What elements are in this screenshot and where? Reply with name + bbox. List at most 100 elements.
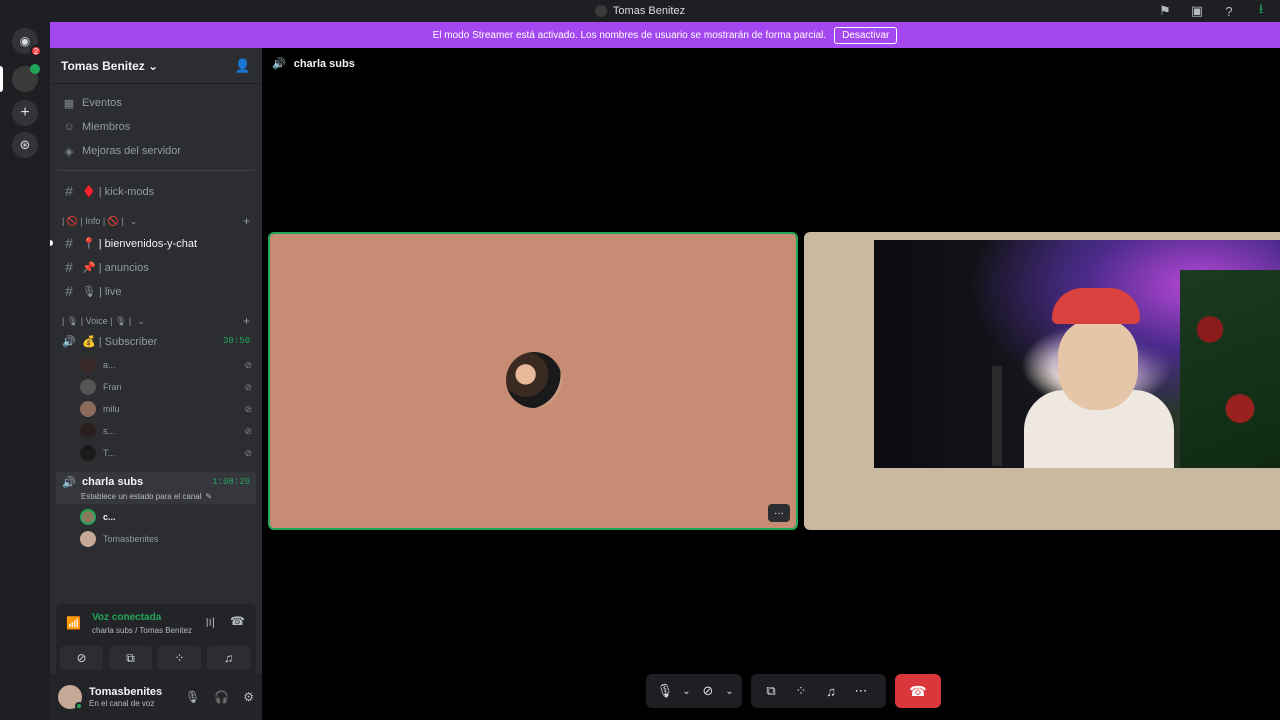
- menu-members[interactable]: ☺ Miembros: [50, 118, 262, 136]
- menu-boosts[interactable]: ◈ Mejoras del servidor: [50, 142, 262, 160]
- voice-user[interactable]: T... ⊘: [80, 445, 252, 461]
- voice-user[interactable]: c...: [80, 509, 252, 525]
- activities-icon[interactable]: ⁘: [789, 679, 813, 703]
- hash-icon: #: [65, 259, 73, 275]
- screen-share-icon[interactable]: ▣: [1188, 2, 1206, 20]
- explore-icon[interactable]: ⊛: [12, 132, 38, 158]
- more-options-icon[interactable]: ⋯: [849, 679, 873, 703]
- noise-suppression-icon[interactable]: 〣: [204, 614, 216, 631]
- channel-live[interactable]: # 🎙 | live: [50, 282, 262, 300]
- headphones-icon[interactable]: 🎧: [214, 690, 229, 704]
- screen-share-icon: ⧉: [126, 650, 135, 665]
- server-icon-tomas[interactable]: [12, 64, 40, 92]
- microphone-icon[interactable]: 🎙: [185, 690, 200, 704]
- disable-streamer-button[interactable]: Desactivar: [834, 26, 898, 44]
- chevron-down-icon[interactable]: ⌄: [682, 679, 691, 703]
- pencil-icon: ✎: [205, 491, 213, 501]
- help-icon[interactable]: ?: [1220, 2, 1238, 20]
- direct-messages-button[interactable]: ◉ 2: [12, 28, 42, 57]
- server-name: Tomas Benitez: [61, 58, 145, 73]
- disconnect-icon[interactable]: ☎: [230, 614, 245, 628]
- activities-icon: ⁘: [174, 651, 185, 665]
- channel-label: 📌 | anuncios: [82, 261, 149, 274]
- chevron-down-icon[interactable]: ⌄: [725, 679, 734, 703]
- boost-icon: ◈: [64, 145, 74, 158]
- menu-label: Miembros: [82, 121, 131, 133]
- voice-user[interactable]: milu ⊘: [80, 401, 252, 417]
- soundboard-icon[interactable]: ♫: [819, 679, 843, 703]
- speaker-icon: 🔊: [62, 335, 76, 348]
- screen-share-icon[interactable]: ⧉: [759, 679, 783, 703]
- server-list: ◉ 2 + ⊛: [0, 22, 50, 720]
- camera-off-button[interactable]: ⊘: [60, 646, 103, 670]
- voice-user-name: Tomasbenites: [103, 534, 159, 544]
- call-timer: 30:50: [222, 336, 250, 346]
- voice-indicator-icon: [30, 64, 40, 74]
- chevron-down-icon: ⌄: [137, 315, 145, 326]
- call-header: 🔊 charla subs: [272, 57, 355, 71]
- soundboard-button[interactable]: ♫: [207, 646, 250, 670]
- add-member-icon[interactable]: 👤: [235, 58, 251, 74]
- voice-channel-subscriber[interactable]: 🔊 💰 | Subscriber 30:50: [50, 332, 262, 350]
- disconnect-call-button[interactable]: ☎: [895, 674, 941, 708]
- channel-kick-mods[interactable]: # ♦️ | kick-mods: [50, 182, 262, 200]
- more-icon: ···: [774, 507, 784, 519]
- banner-message: El modo Streamer está activado. Los nomb…: [432, 29, 827, 41]
- channel-label: 🎙 | live: [82, 285, 122, 298]
- hash-icon: #: [65, 183, 73, 199]
- voice-user-name: Fran: [103, 382, 122, 392]
- download-icon[interactable]: ⭳: [1252, 1, 1270, 20]
- set-status-hint[interactable]: Establece un estado para el canal ✎: [50, 490, 262, 502]
- avatar[interactable]: [58, 685, 83, 710]
- video-christmas-tree: [1180, 270, 1280, 468]
- channel-anuncios[interactable]: # 📌 | anuncios: [50, 258, 262, 276]
- add-channel-icon[interactable]: +: [243, 314, 250, 328]
- signal-icon: 📶: [66, 616, 81, 630]
- microphone-stand: [992, 366, 1002, 466]
- speaker-icon: 🔊: [272, 58, 286, 70]
- avatar: [80, 379, 96, 395]
- category-info[interactable]: | 🚫 | Info | 🚫 | ⌄ +: [50, 214, 262, 228]
- voice-user[interactable]: Tomasbenites: [80, 531, 252, 547]
- deafened-icon: ⊘: [244, 381, 252, 392]
- tile-more-button[interactable]: ···: [768, 504, 790, 522]
- microphone-icon[interactable]: 🎙: [654, 679, 676, 703]
- participant-avatar: [506, 352, 562, 408]
- divider: [58, 170, 254, 171]
- voice-actions: ⊘ ⧉ ⁘ ♫: [60, 646, 250, 670]
- flag-icon[interactable]: ⚑: [1156, 2, 1174, 20]
- category-voice[interactable]: | 🎙 | Voice | 🎙 | ⌄ +: [50, 314, 262, 328]
- participant-tile-avatar[interactable]: ···: [268, 232, 798, 530]
- voice-user[interactable]: Fran ⊘: [80, 379, 252, 395]
- voice-channel-header: 🔊 charla subs 1:08:29: [50, 474, 262, 490]
- activities-button[interactable]: ⁘: [158, 646, 201, 670]
- voice-user[interactable]: a... ⊘: [80, 357, 252, 373]
- title-bar: Tomas Benitez ⚑ ▣ ? ⭳: [0, 0, 1280, 22]
- add-channel-icon[interactable]: +: [243, 214, 250, 228]
- voice-status[interactable]: Voz conectada: [92, 612, 161, 623]
- share-screen-button[interactable]: ⧉: [109, 646, 152, 670]
- channel-sidebar: Tomas Benitez ⌄ 👤 ▦ Eventos ☺ Miembros ◈ Me…: [50, 48, 262, 720]
- mic-camera-controls: 🎙 ⌄ ⊘ ⌄: [646, 674, 742, 708]
- avatar: [80, 531, 96, 547]
- voice-user[interactable]: s... ⊘: [80, 423, 252, 439]
- voice-location[interactable]: charla subs / Tomas Benitez: [92, 626, 192, 635]
- user-panel: Tomasbenites En el canal de voz 🎙 🎧 ⚙: [50, 674, 262, 720]
- participant-tile-video[interactable]: [804, 232, 1280, 530]
- add-server-icon[interactable]: +: [12, 100, 38, 126]
- user-name[interactable]: Tomasbenites: [89, 686, 162, 698]
- category-label: | 🚫 | Info | 🚫 |: [62, 215, 124, 226]
- deafened-icon: ⊘: [244, 359, 252, 370]
- camera-off-icon[interactable]: ⊘: [697, 679, 719, 703]
- menu-events[interactable]: ▦ Eventos: [50, 94, 262, 112]
- settings-gear-icon[interactable]: ⚙: [243, 690, 254, 704]
- hash-icon: #: [65, 283, 73, 299]
- server-header[interactable]: Tomas Benitez ⌄ 👤: [50, 48, 262, 84]
- call-channel-name: charla subs: [293, 57, 355, 70]
- channel-bienvenidos[interactable]: # 📍 | bienvenidos-y-chat: [50, 234, 262, 252]
- online-status-icon: [75, 702, 83, 710]
- voice-user-name: milu: [103, 404, 120, 414]
- deafened-icon: ⊘: [244, 425, 252, 436]
- menu-label: Mejoras del servidor: [82, 145, 182, 157]
- call-timer: 1:08:29: [212, 477, 250, 487]
